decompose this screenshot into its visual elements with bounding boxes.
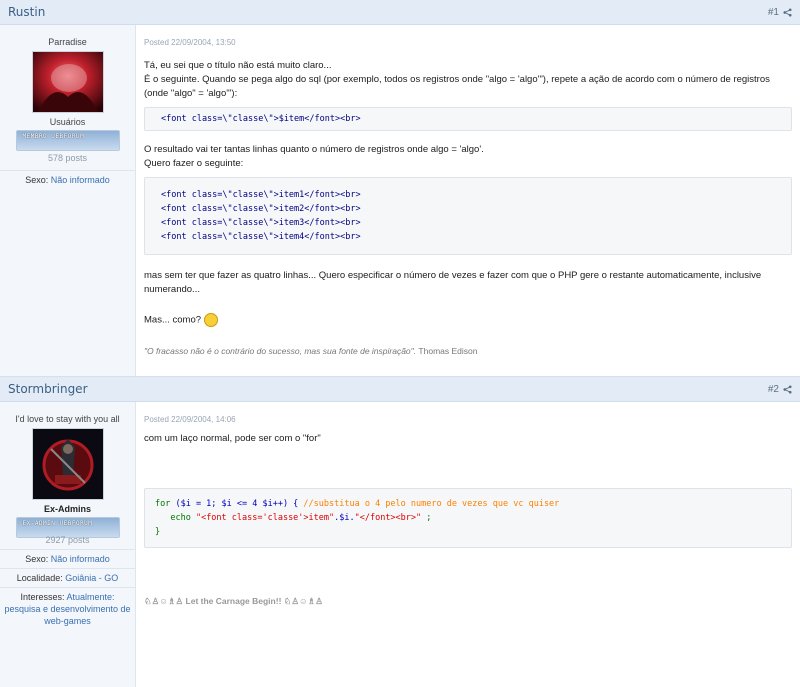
code-line: <font class=\"classe\">item3</font><br>	[161, 218, 361, 228]
paragraph: É o seguinte. Quando se pega algo do sql…	[144, 74, 770, 99]
signature-text: Let the Carnage Begin!!	[185, 596, 282, 606]
avatar[interactable]	[31, 428, 104, 500]
post-content: Posted 22/09/2004, 13:50 Tá, eu sei que …	[136, 25, 800, 376]
paragraph: com um laço normal, pode ser com o "for"	[144, 433, 321, 444]
share-icon[interactable]	[783, 7, 792, 17]
user-title: I'd love to stay with you all	[15, 414, 120, 424]
post-number[interactable]: #2	[768, 384, 792, 395]
signature-decoration-icon: ♘♙☺♗♙	[281, 596, 323, 606]
paragraph-text: Mas... como?	[144, 314, 202, 326]
field-value[interactable]: Não informado	[51, 175, 110, 185]
confused-emoji-icon	[203, 313, 218, 327]
code-token: ($i = 1; $i <= 4 $i++) {	[170, 499, 304, 509]
field-label: Sexo:	[25, 175, 49, 185]
signature-decoration-icon: ♘♙☺♗♙	[144, 596, 186, 606]
code-line: for ($i = 1; $i <= 4 $i++) { //substitua…	[155, 497, 781, 511]
code-block: <font class=\"classe\">$item</font><br>	[144, 107, 792, 131]
code-token: "</font><br>"	[354, 513, 422, 523]
code-token: for	[155, 499, 171, 509]
author-name[interactable]: Stormbringer	[8, 382, 88, 396]
posts-count: 578 posts	[47, 153, 88, 163]
code-line: <font class=\"classe\">item2</font><br>	[161, 204, 361, 214]
field-label: Sexo:	[25, 554, 49, 564]
paragraph: O resultado vai ter tantas linhas quanto…	[144, 144, 484, 155]
post-1: Rustin #1 Parradise Usuários MEMBRO UEBF…	[0, 0, 800, 377]
posted-date[interactable]: Posted 22/09/2004, 14:06	[144, 415, 792, 424]
field-value[interactable]: Não informado	[51, 554, 110, 564]
paragraph: Tá, eu sei que o título não está muito c…	[144, 60, 332, 71]
post-text: O resultado vai ter tantas linhas quanto…	[144, 143, 792, 171]
code-token: //substitua o 4 pelo numero de vezes que…	[303, 499, 560, 509]
profile-field-localidade: Localidade: Goiânia - GO	[0, 568, 135, 587]
code-line: <font class=\"classe\">$item</font><br>	[161, 114, 361, 124]
post-2: Stormbringer #2 I'd love to stay with yo…	[0, 377, 800, 687]
code-line: <font class=\"classe\">item1</font><br>	[161, 190, 361, 200]
profile-field-sexo: Sexo: Não informado	[0, 170, 135, 189]
code-token: ;	[421, 513, 432, 523]
code-line: }	[155, 527, 161, 537]
posted-date[interactable]: Posted 22/09/2004, 13:50	[144, 38, 792, 47]
paragraph: Quero fazer o seguinte:	[144, 158, 244, 169]
avatar[interactable]	[31, 51, 104, 113]
signature: ♘♙☺♗♙ Let the Carnage Begin!! ♘♙☺♗♙	[144, 596, 792, 607]
post-header: Stormbringer #2	[0, 377, 800, 402]
field-label: Localidade:	[16, 573, 63, 583]
post-number-label[interactable]: #2	[768, 384, 779, 395]
code-block: <font class=\"classe\">item1</font><br> <…	[144, 177, 792, 255]
share-icon[interactable]	[783, 384, 792, 394]
post-content: Posted 22/09/2004, 14:06 com um laço nor…	[136, 402, 800, 687]
field-value[interactable]: Goiânia - GO	[65, 573, 118, 583]
code-line: echo "<font class='classe'>item".$i."</f…	[155, 511, 781, 525]
author-name[interactable]: Rustin	[8, 5, 45, 19]
code-block: for ($i = 1; $i <= 4 $i++) { //substitua…	[144, 488, 792, 548]
post-text: Tá, eu sei que o título não está muito c…	[144, 59, 792, 101]
post-number[interactable]: #1	[768, 7, 792, 18]
user-info-panel: I'd love to stay with you all Ex-Admins …	[0, 402, 136, 687]
paragraph: Mas... como?	[144, 313, 792, 328]
code-line: <font class=\"classe\">item4</font><br>	[161, 232, 361, 242]
user-rank: Usuários	[49, 117, 86, 127]
user-title: Parradise	[48, 37, 87, 47]
signature-quote: "O fracasso não é o contrário do sucesso…	[144, 345, 417, 356]
profile-field-sexo: Sexo: Não informado	[0, 549, 135, 568]
posts-count: 2927 posts	[45, 535, 90, 545]
post-header: Rustin #1	[0, 0, 800, 25]
code-token: echo	[155, 513, 196, 523]
field-label: Interesses:	[20, 592, 65, 602]
code-token: "<font class='classe'>item"	[195, 513, 335, 523]
rank-badge: MEMBRO UEBFORUM	[15, 130, 120, 151]
user-rank: Ex-Admins	[43, 504, 91, 514]
user-info-panel: Parradise Usuários MEMBRO UEBFORUM 578 p…	[0, 25, 136, 376]
profile-field-interesses: Interesses: Atualmente: pesquisa e desen…	[0, 587, 135, 630]
paragraph: mas sem ter que fazer as quatro linhas..…	[144, 270, 762, 295]
post-number-label[interactable]: #1	[768, 7, 779, 18]
signature: "O fracasso não é o contrário do sucesso…	[144, 346, 792, 356]
signature-author: Thomas Edison	[418, 345, 478, 356]
code-token: .$i.	[334, 513, 355, 523]
